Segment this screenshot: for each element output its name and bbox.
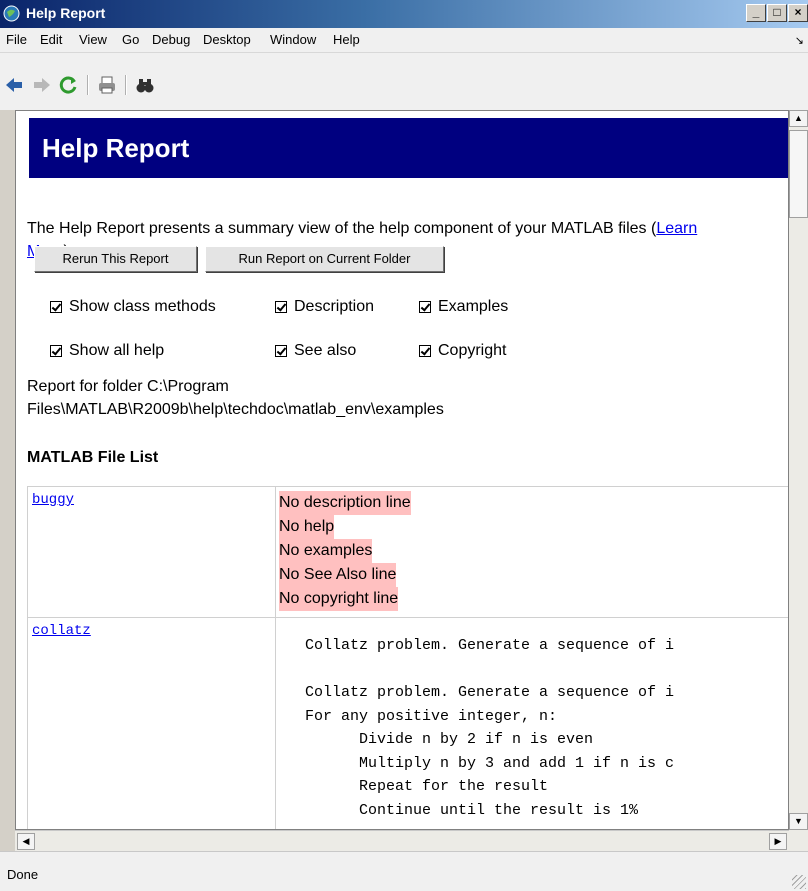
file-link-buggy[interactable]: buggy	[28, 487, 74, 508]
show-class-methods-checkbox[interactable]: Show class methods	[50, 298, 216, 316]
menu-edit[interactable]: Edit	[40, 32, 62, 47]
menu-go[interactable]: Go	[122, 32, 139, 47]
scroll-right-icon[interactable]: ▶	[769, 833, 787, 850]
issue-label: No See Also line	[279, 563, 397, 587]
status-text: Done	[7, 867, 39, 882]
help-text: Collatz problem. Generate a sequence of …	[305, 637, 675, 819]
checkbox-checked-icon	[419, 301, 431, 313]
window-title: Help Report	[26, 5, 106, 21]
dock-arrow-icon[interactable]: ↘	[795, 34, 804, 47]
checkbox-checked-icon	[275, 301, 287, 313]
file-link-collatz[interactable]: collatz	[28, 618, 91, 639]
matlab-help-icon	[3, 5, 20, 22]
scroll-down-icon[interactable]: ▼	[789, 813, 808, 830]
checkbox-checked-icon	[50, 345, 62, 357]
report-banner: Help Report	[29, 118, 788, 178]
rerun-report-button[interactable]: Rerun This Report	[34, 246, 197, 272]
checkbox-checked-icon	[50, 301, 62, 313]
table-row: collatz Collatz problem. Generate a sequ…	[27, 617, 788, 829]
menu-debug[interactable]: Debug	[152, 32, 190, 47]
description-checkbox[interactable]: Description	[275, 298, 374, 316]
print-icon[interactable]	[96, 74, 118, 96]
file-list-table: buggy No description line No help No exa…	[27, 486, 788, 829]
close-button[interactable]: ×	[788, 4, 808, 22]
menu-desktop[interactable]: Desktop	[203, 32, 251, 47]
status-bar: Done	[0, 851, 808, 891]
menu-help[interactable]: Help	[333, 32, 360, 47]
refresh-icon[interactable]	[57, 74, 79, 96]
menu-window[interactable]: Window	[270, 32, 316, 47]
menu-file[interactable]: File	[6, 32, 27, 47]
issue-label: No examples	[279, 539, 373, 563]
issue-label: No description line	[279, 491, 411, 515]
report-folder-path: Report for folder C:\Program Files\MATLA…	[27, 378, 444, 418]
run-report-current-folder-button[interactable]: Run Report on Current Folder	[205, 246, 444, 272]
forward-arrow-icon[interactable]	[31, 74, 53, 96]
scroll-up-icon[interactable]: ▲	[789, 110, 808, 127]
back-arrow-icon[interactable]	[3, 74, 25, 96]
table-row: buggy No description line No help No exa…	[27, 486, 788, 618]
section-title: MATLAB File List	[27, 449, 159, 466]
show-all-help-checkbox[interactable]: Show all help	[50, 342, 164, 360]
issue-label: No help	[279, 515, 335, 539]
menu-view[interactable]: View	[79, 32, 107, 47]
maximize-button[interactable]: □	[767, 4, 787, 22]
see-also-checkbox[interactable]: See also	[275, 342, 356, 360]
title-bar: Help Report _ □ ×	[0, 0, 808, 28]
scrollbar-corner	[789, 830, 808, 851]
horizontal-scrollbar[interactable]: ◀ ▶	[15, 830, 789, 851]
resize-grip-icon[interactable]	[792, 875, 806, 889]
vertical-scrollbar[interactable]: ▲ ▼	[789, 110, 808, 830]
scroll-thumb[interactable]	[789, 130, 808, 218]
examples-checkbox[interactable]: Examples	[419, 298, 508, 316]
minimize-button[interactable]: _	[746, 4, 766, 22]
checkbox-checked-icon	[275, 345, 287, 357]
menu-bar: File Edit View Go Debug Desktop Window H…	[0, 28, 808, 53]
toolbar	[0, 53, 808, 110]
checkbox-checked-icon	[419, 345, 431, 357]
scroll-left-icon[interactable]: ◀	[17, 833, 35, 850]
issue-label: No copyright line	[279, 587, 399, 611]
report-content: Help Report The Help Report presents a s…	[15, 110, 789, 830]
find-binoculars-icon[interactable]	[134, 74, 156, 96]
copyright-checkbox[interactable]: Copyright	[419, 342, 506, 360]
